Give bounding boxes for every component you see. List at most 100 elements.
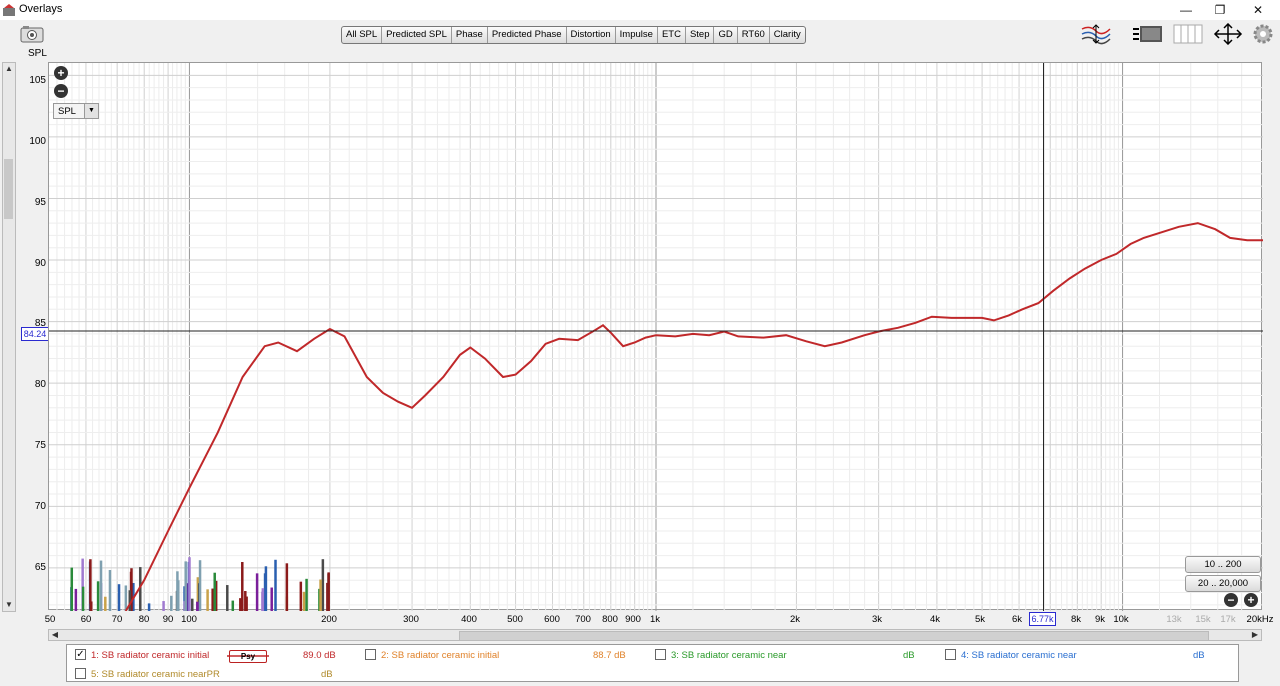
distortion-bar [124,585,128,611]
x-tick-label: 20kHz [1246,614,1274,625]
legend-columns-icon[interactable] [1172,23,1204,45]
x-tick-label: 300 [403,614,419,625]
legend-name-5[interactable]: 5: SB radiator ceramic nearPR [91,669,220,680]
legend-name-3[interactable]: 3: SB radiator ceramic near [671,650,787,661]
distortion-bar [108,570,112,611]
distortion-bar [162,601,165,611]
distortion-bar [177,580,180,611]
distortion-bar [226,585,229,611]
zoom-in-icon[interactable]: + [54,66,68,80]
tab-step[interactable]: Step [686,27,715,43]
tab-impulse[interactable]: Impulse [616,27,658,43]
scroll-right-icon[interactable]: ▶ [1249,630,1261,640]
x-tick-label: 17k [1220,614,1236,625]
legend-value-2: 88.7 dB [593,650,626,661]
y-tick-label: 70 [34,501,46,512]
x-tick-label: 8k [1070,614,1082,625]
title-bar: Overlays — ❐ ✕ [0,0,1280,20]
distortion-bar [261,588,265,611]
x-tick-label: 1k [649,614,661,625]
vertical-scroll-thumb[interactable] [4,159,13,219]
distortion-bar [327,572,330,611]
camera-icon[interactable] [20,25,44,43]
x-tick-label: 200 [321,614,337,625]
x-tick-label: 3k [871,614,883,625]
y-tick-label: 95 [34,197,46,208]
legend-value-3: dB [903,650,915,661]
close-button[interactable]: ✕ [1248,2,1268,18]
legend-value-4: dB [1193,650,1205,661]
tab-clarity[interactable]: Clarity [770,27,805,43]
legend-name-4[interactable]: 4: SB radiator ceramic near [961,650,1077,661]
y-axis-unit: SPL [28,48,47,59]
x-zoom-out-icon[interactable]: − [1224,593,1238,607]
graph-tabs: All SPL Predicted SPL Phase Predicted Ph… [341,26,806,44]
measure-select[interactable]: SPL ▼ [53,103,99,119]
tab-distortion[interactable]: Distortion [567,27,616,43]
range-20-20000-button[interactable]: 20 .. 20,000 [1185,575,1261,592]
tab-etc[interactable]: ETC [658,27,686,43]
distortion-bar [231,600,235,611]
distortion-bar [270,587,273,611]
legend-value-5: dB [321,669,333,680]
tab-rt60[interactable]: RT60 [738,27,770,43]
distortion-bar [206,589,209,611]
window-title: Overlays [19,3,63,15]
app-icon [3,4,15,16]
overlay-curves-icon[interactable] [1080,23,1112,45]
horizontal-scrollbar[interactable]: ◀ ▶ [48,629,1262,641]
distortion-bar [299,581,303,611]
distortion-bar [170,595,173,611]
range-10-200-button[interactable]: 10 .. 200 [1185,556,1261,573]
x-tick-label: 100 [181,614,197,625]
x-zoom-in-icon[interactable]: + [1244,593,1258,607]
x-tick-label: 900 [625,614,641,625]
scroll-up-icon[interactable]: ▲ [3,63,15,75]
y-tick-label: 105 [29,75,46,86]
distortion-bar [198,560,202,611]
distortion-bar [319,579,322,611]
spl-plot-area[interactable]: + − SPL ▼ 10 .. 200 20 .. 20,000 − + [48,62,1263,611]
distortion-bar [196,601,199,611]
legend-checkbox-4[interactable] [945,649,956,660]
chevron-down-icon[interactable]: ▼ [84,104,98,118]
distortion-bar [89,601,93,611]
legend-name-2[interactable]: 2: SB radiator ceramic initial [381,650,499,661]
x-tick-label: 700 [575,614,591,625]
x-tick-label: 5k [974,614,986,625]
x-tick-label: 2k [789,614,801,625]
distortion-bar [274,559,277,611]
distortion-bar [184,561,187,611]
distortion-bar [213,572,216,611]
spl-chart [49,63,1263,611]
tab-gd[interactable]: GD [714,27,738,43]
legend-checkbox-5[interactable] [75,668,86,679]
tab-all-spl[interactable]: All SPL [342,27,383,43]
x-tick-label: 500 [507,614,523,625]
tab-predicted-spl[interactable]: Predicted SPL [382,27,452,43]
smoothing-badge[interactable]: Psy [229,650,267,663]
legend-checkbox-2[interactable] [365,649,376,660]
controls-panel-icon[interactable] [1132,23,1164,45]
legend-name-1[interactable]: 1: SB radiator ceramic initial [91,650,209,661]
scroll-left-icon[interactable]: ◀ [49,630,61,640]
distortion-bar [117,584,121,611]
distortion-bar [70,567,74,611]
distortion-bar [147,603,151,611]
cursor-x-readout: 6.77k [1029,612,1056,626]
distortion-bar [285,563,289,611]
restore-button[interactable]: ❐ [1210,2,1230,18]
settings-gear-icon[interactable] [1252,23,1274,45]
minimize-button[interactable]: — [1176,2,1196,18]
horizontal-scroll-thumb[interactable] [459,631,1209,641]
legend-checkbox-1[interactable]: ✓ [75,649,86,660]
distortion-bar [191,598,194,611]
fit-arrows-icon[interactable] [1212,23,1244,45]
legend-checkbox-3[interactable] [655,649,666,660]
zoom-out-icon[interactable]: − [54,84,68,98]
tab-phase[interactable]: Phase [452,27,488,43]
tab-predicted-phase[interactable]: Predicted Phase [488,27,567,43]
scroll-down-icon[interactable]: ▼ [3,599,15,611]
x-tick-label: 70 [111,614,123,625]
y-tick-label: 75 [34,440,46,451]
